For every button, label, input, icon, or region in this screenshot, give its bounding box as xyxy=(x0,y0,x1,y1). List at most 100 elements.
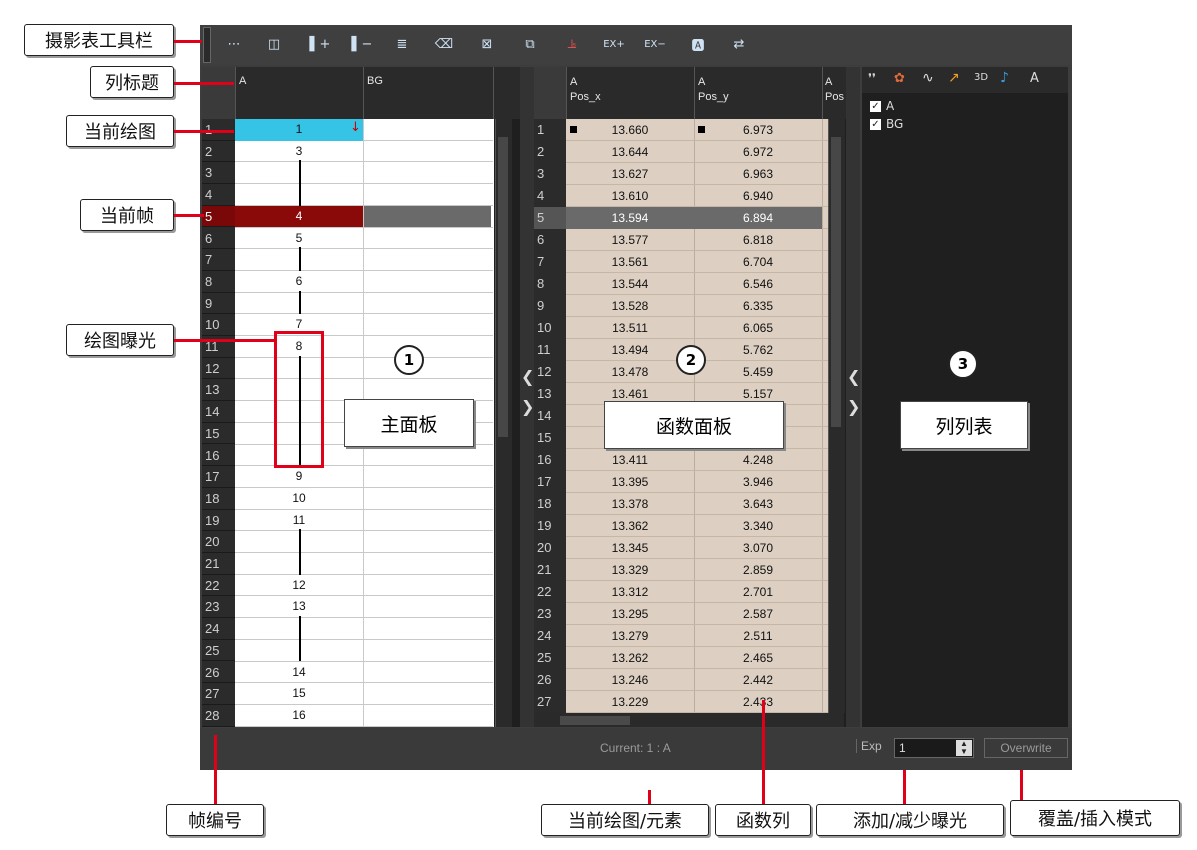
function-value-y[interactable]: 6.963 xyxy=(694,163,822,185)
function-value-y[interactable]: 6.065 xyxy=(694,317,822,339)
function-frame-number[interactable]: 15 xyxy=(534,427,566,449)
function-value-x[interactable]: 13.345 xyxy=(566,537,694,559)
column-list-item-bg[interactable]: ✓ BG xyxy=(870,116,903,132)
function-value-x[interactable]: 13.577 xyxy=(566,229,694,251)
reduce-exposure-icon[interactable]: EX− xyxy=(643,33,667,55)
remove-column-icon[interactable]: ▌− xyxy=(350,33,374,55)
function-frame-number[interactable]: 4 xyxy=(534,185,566,207)
function-value-x[interactable]: 13.544 xyxy=(566,273,694,295)
function-header-pos-x[interactable]: A Pos_x xyxy=(566,67,694,119)
frame-number[interactable]: 13 xyxy=(202,379,235,402)
function-frame-number[interactable]: 7 xyxy=(534,251,566,273)
function-value-x[interactable]: 13.610 xyxy=(566,185,694,207)
cell-a[interactable]: 10 xyxy=(235,488,363,510)
cell-a[interactable]: 15 xyxy=(235,683,363,705)
function-value-y[interactable]: 6.704 xyxy=(694,251,822,273)
frame-number[interactable]: 17 xyxy=(202,466,235,488)
function-value-x[interactable]: 13.312 xyxy=(566,581,694,603)
function-value-x[interactable]: 13.378 xyxy=(566,493,694,515)
cell-a[interactable]: 12 xyxy=(235,575,363,597)
expand-right-icon-2[interactable]: ❯ xyxy=(847,397,860,416)
cell-a[interactable]: 13 xyxy=(235,596,363,618)
duplicate-drawing-icon[interactable]: ⧉ xyxy=(518,33,542,55)
tab-drawing-icon[interactable]: ❜❜ xyxy=(868,71,876,85)
function-value-x[interactable]: 13.295 xyxy=(566,603,694,625)
function-value-x[interactable]: 13.511 xyxy=(566,317,694,339)
function-value-y[interactable]: 3.340 xyxy=(694,515,822,537)
function-value-x[interactable]: 13.279 xyxy=(566,625,694,647)
cell-a[interactable]: 1 xyxy=(235,119,363,141)
frame-number[interactable]: 16 xyxy=(202,445,235,467)
cell-a[interactable]: 4 xyxy=(235,205,363,228)
function-value-y[interactable]: 6.546 xyxy=(694,273,822,295)
frame-number[interactable]: 27 xyxy=(202,683,235,705)
cell-a[interactable]: 14 xyxy=(235,662,363,684)
function-frame-number[interactable]: 3 xyxy=(534,163,566,185)
function-value-x[interactable]: 13.362 xyxy=(566,515,694,537)
function-header-pos-y[interactable]: A Pos_y xyxy=(694,67,822,119)
frame-number[interactable]: 25 xyxy=(202,640,235,662)
splitter-function-list[interactable]: ❮ ❯ xyxy=(846,67,860,727)
function-value-y[interactable]: 6.940 xyxy=(694,185,822,207)
frame-number[interactable]: 5 xyxy=(202,205,235,228)
function-value-x[interactable]: 13.644 xyxy=(566,141,694,163)
frame-number[interactable]: 14 xyxy=(202,401,235,423)
function-value-y[interactable]: 5.459 xyxy=(694,361,822,383)
function-value-x[interactable]: 13.627 xyxy=(566,163,694,185)
function-value-y[interactable]: 2.433 xyxy=(694,691,822,713)
tab-annotation-icon[interactable]: A xyxy=(1030,71,1039,86)
keyframe-icon[interactable] xyxy=(698,126,705,133)
function-frame-number[interactable]: 23 xyxy=(534,603,566,625)
function-frame-number[interactable]: 9 xyxy=(534,295,566,317)
frame-number[interactable]: 2 xyxy=(202,141,235,163)
function-value-y[interactable]: 3.070 xyxy=(694,537,822,559)
function-frame-number[interactable]: 5 xyxy=(534,207,566,229)
swap-icon[interactable]: ⇄ xyxy=(727,33,751,55)
frame-number[interactable]: 10 xyxy=(202,314,235,336)
frame-number[interactable]: 8 xyxy=(202,271,235,293)
overwrite-button[interactable]: Overwrite xyxy=(984,738,1068,758)
toggle-panel-icon[interactable]: ◫ xyxy=(262,33,286,55)
collapse-left-icon-2[interactable]: ❮ xyxy=(847,367,860,386)
expand-right-icon[interactable]: ❯ xyxy=(521,397,534,416)
function-frame-number[interactable]: 2 xyxy=(534,141,566,163)
function-value-y[interactable]: 3.643 xyxy=(694,493,822,515)
frame-number[interactable]: 18 xyxy=(202,488,235,510)
frame-number[interactable]: 4 xyxy=(202,184,235,206)
function-value-y[interactable]: 2.511 xyxy=(694,625,822,647)
current-frame-bg-cell[interactable] xyxy=(364,205,491,228)
cell-a[interactable]: 6 xyxy=(235,271,363,293)
frame-number[interactable]: 24 xyxy=(202,618,235,640)
cell-a[interactable]: 3 xyxy=(235,141,363,163)
function-header-pos-z[interactable]: A Pos xyxy=(822,67,846,119)
tab-3d-icon[interactable]: 3D xyxy=(974,72,988,83)
function-frame-number[interactable]: 22 xyxy=(534,581,566,603)
cell-a[interactable]: 9 xyxy=(235,466,363,488)
function-scroll-thumb[interactable] xyxy=(831,137,841,427)
function-value-y[interactable]: 6.335 xyxy=(694,295,822,317)
cell-a[interactable]: 16 xyxy=(235,705,363,727)
extend-exposure-icon[interactable]: EX+ xyxy=(602,33,626,55)
frame-number[interactable]: 15 xyxy=(202,423,235,445)
function-frame-number[interactable]: 13 xyxy=(534,383,566,405)
function-value-x[interactable]: 13.594 xyxy=(566,207,694,229)
frame-number[interactable]: 28 xyxy=(202,705,235,727)
function-value-x[interactable]: 13.660 xyxy=(566,119,694,141)
add-drawing-icon[interactable]: ⊠ xyxy=(475,33,499,55)
frame-number[interactable]: 20 xyxy=(202,531,235,553)
insert-blank-icon[interactable]: ⫡ xyxy=(560,33,584,55)
frame-number[interactable]: 26 xyxy=(202,662,235,684)
function-value-y[interactable]: 2.859 xyxy=(694,559,822,581)
function-value-y[interactable]: 6.818 xyxy=(694,229,822,251)
function-value-y[interactable]: 2.701 xyxy=(694,581,822,603)
collapse-left-icon[interactable]: ❮ xyxy=(521,367,534,386)
function-frame-number[interactable]: 20 xyxy=(534,537,566,559)
function-frame-number[interactable]: 17 xyxy=(534,471,566,493)
function-frame-number[interactable]: 1 xyxy=(534,119,566,141)
frame-number[interactable]: 12 xyxy=(202,358,235,380)
frame-number[interactable]: 3 xyxy=(202,162,235,185)
exposure-input[interactable]: 1 ▲ ▼ xyxy=(894,738,974,758)
tab-sound-icon[interactable]: ♪ xyxy=(1000,70,1009,86)
eraser-icon[interactable]: ⌫ xyxy=(432,33,456,55)
checkbox-bg-icon[interactable]: ✓ xyxy=(870,118,881,130)
